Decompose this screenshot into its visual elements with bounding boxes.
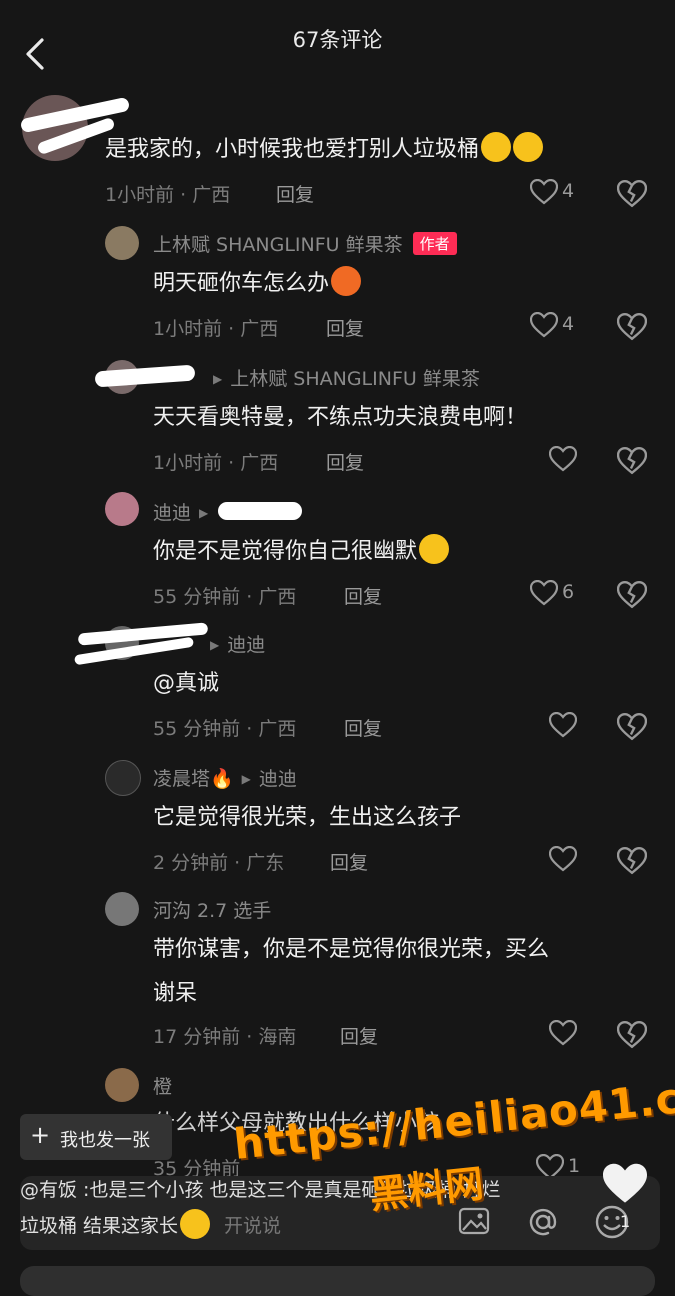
like-button[interactable] — [549, 710, 609, 740]
dislike-broken-heart-icon[interactable] — [617, 712, 647, 742]
like-button[interactable]: 4 — [530, 310, 590, 340]
comment-text: @真诚 — [153, 671, 220, 696]
commenter-name[interactable]: 橙 — [153, 1072, 172, 1099]
commenter-name[interactable]: 上林赋 SHANGLINFU 鲜果茶 作者 — [153, 230, 457, 257]
comment-text-line2: 谢呆 — [153, 981, 198, 1006]
reply-item: 上林赋 SHANGLINFU 鲜果茶 作者 明天砸你车怎么办 1小时前 · 广西 … — [0, 222, 675, 352]
bottom-bar — [20, 1266, 655, 1296]
heart-icon — [549, 446, 577, 472]
heart-icon — [530, 580, 558, 606]
commenter-name[interactable]: ▶ 上林赋 SHANGLINFU 鲜果茶 — [205, 364, 480, 391]
reply-item: ▶ 迪迪 @真诚 55 分钟前 · 广西 回复 — [0, 622, 675, 754]
like-count: 4 — [562, 180, 575, 202]
avatar[interactable] — [105, 1068, 139, 1102]
commenter-name[interactable]: 迪迪 ▶ — [153, 498, 216, 525]
heart-icon — [549, 712, 577, 738]
comment-text: 天天看奥特曼，不练点功夫浪费电啊！ — [153, 405, 528, 430]
mention-icon[interactable] — [526, 1205, 560, 1239]
comment-text: 你是不是觉得你自己很幽默 — [153, 530, 450, 574]
comment-text: 带你谋害，你是不是觉得你很光荣，买么 — [153, 937, 550, 962]
dislike-broken-heart-icon[interactable] — [617, 179, 647, 209]
dislike-broken-heart-icon[interactable] — [617, 846, 647, 876]
unamused-emoji-icon — [180, 1208, 211, 1239]
post-image-label: 我也发一张 — [60, 1130, 150, 1151]
dislike-broken-heart-icon[interactable] — [617, 312, 647, 342]
comment-time: 1小时前 · 广西 — [153, 318, 279, 340]
smile-emoji-icon — [419, 534, 450, 564]
reply-item: ▶ 上林赋 SHANGLINFU 鲜果茶 天天看奥特曼，不练点功夫浪费电啊！ 1小… — [0, 356, 675, 486]
comment-text: 是我家的，小时候我也爱打别人垃圾桶 — [105, 128, 665, 172]
comment-text: 明天砸你车怎么办 — [153, 262, 362, 306]
floating-like-count: 1 — [620, 1212, 631, 1231]
reply-button[interactable]: 回复 — [344, 714, 382, 741]
like-button[interactable] — [549, 1018, 609, 1048]
commenter-name[interactable]: 河沟 2.7 选手 — [153, 896, 271, 923]
comment-time: 1小时前 · 广西 — [105, 184, 231, 206]
heart-icon — [530, 312, 558, 338]
grin-emoji-icon — [481, 132, 512, 162]
header: 67条评论 — [0, 0, 675, 80]
commenter-name[interactable]: ▶ 迪迪 — [202, 630, 265, 657]
reply-button[interactable]: 回复 — [344, 582, 382, 609]
comment-count-title: 67条评论 — [292, 28, 383, 52]
like-button[interactable]: 4 — [530, 177, 590, 207]
avatar[interactable] — [105, 760, 141, 796]
reply-button[interactable]: 回复 — [326, 314, 364, 341]
heart-icon — [530, 179, 558, 205]
author-badge: 作者 — [412, 232, 457, 255]
redaction-scribble — [218, 502, 302, 520]
comment-time: 2 分钟前 · 广东 — [153, 852, 285, 874]
comment-text: 它是觉得很光荣，生出这么孩子 — [153, 805, 462, 830]
comment-time: 1小时前 · 广西 — [153, 452, 279, 474]
commenter-name[interactable]: 凌晨塔🔥 ▶ 迪迪 — [153, 764, 297, 791]
comment-time: 55 分钟前 · 广西 — [153, 586, 297, 608]
reply-button[interactable]: 回复 — [276, 180, 314, 207]
like-button[interactable] — [549, 444, 609, 474]
dislike-broken-heart-icon[interactable] — [617, 1020, 647, 1050]
watermark-text: 黑料网 — [367, 1161, 486, 1218]
reply-button[interactable]: 回复 — [330, 848, 368, 875]
reply-item: 迪迪 ▶ 你是不是觉得你自己很幽默 55 分钟前 · 广西 回复 6 — [0, 490, 675, 620]
dislike-broken-heart-icon[interactable] — [617, 580, 647, 610]
comment-time: 55 分钟前 · 广西 — [153, 718, 297, 740]
like-button[interactable]: 6 — [530, 578, 590, 608]
angry-emoji-icon — [331, 266, 362, 296]
avatar[interactable] — [105, 492, 139, 526]
avatar[interactable] — [105, 226, 139, 260]
like-count: 6 — [562, 581, 575, 603]
heart-icon — [549, 846, 577, 872]
reply-button[interactable]: 回复 — [326, 448, 364, 475]
avatar[interactable] — [105, 892, 139, 926]
comment-item: 是我家的，小时候我也爱打别人垃圾桶 1小时前 · 广西 回复 4 — [0, 90, 675, 220]
heart-icon — [549, 1020, 577, 1046]
dislike-broken-heart-icon[interactable] — [617, 446, 647, 476]
like-button[interactable] — [549, 844, 609, 874]
reply-item: 河沟 2.7 选手 带你谋害，你是不是觉得你很光荣，买么 谢呆 17 分钟前 ·… — [0, 890, 675, 1060]
reply-arrow-icon: ▶ — [199, 506, 209, 520]
grin-emoji-icon — [513, 132, 544, 162]
reply-arrow-icon: ▶ — [213, 372, 223, 386]
reply-item: 凌晨塔🔥 ▶ 迪迪 它是觉得很光荣，生出这么孩子 2 分钟前 · 广东 回复 — [0, 758, 675, 888]
plus-icon: + — [30, 1121, 51, 1149]
reply-button[interactable]: 回复 — [340, 1022, 378, 1049]
reply-arrow-icon: ▶ — [210, 638, 220, 652]
comment-time: 17 分钟前 · 海南 — [153, 1026, 297, 1048]
reply-arrow-icon: ▶ — [241, 772, 251, 786]
like-count: 4 — [562, 313, 575, 335]
post-image-button[interactable]: + 我也发一张 — [20, 1114, 172, 1160]
